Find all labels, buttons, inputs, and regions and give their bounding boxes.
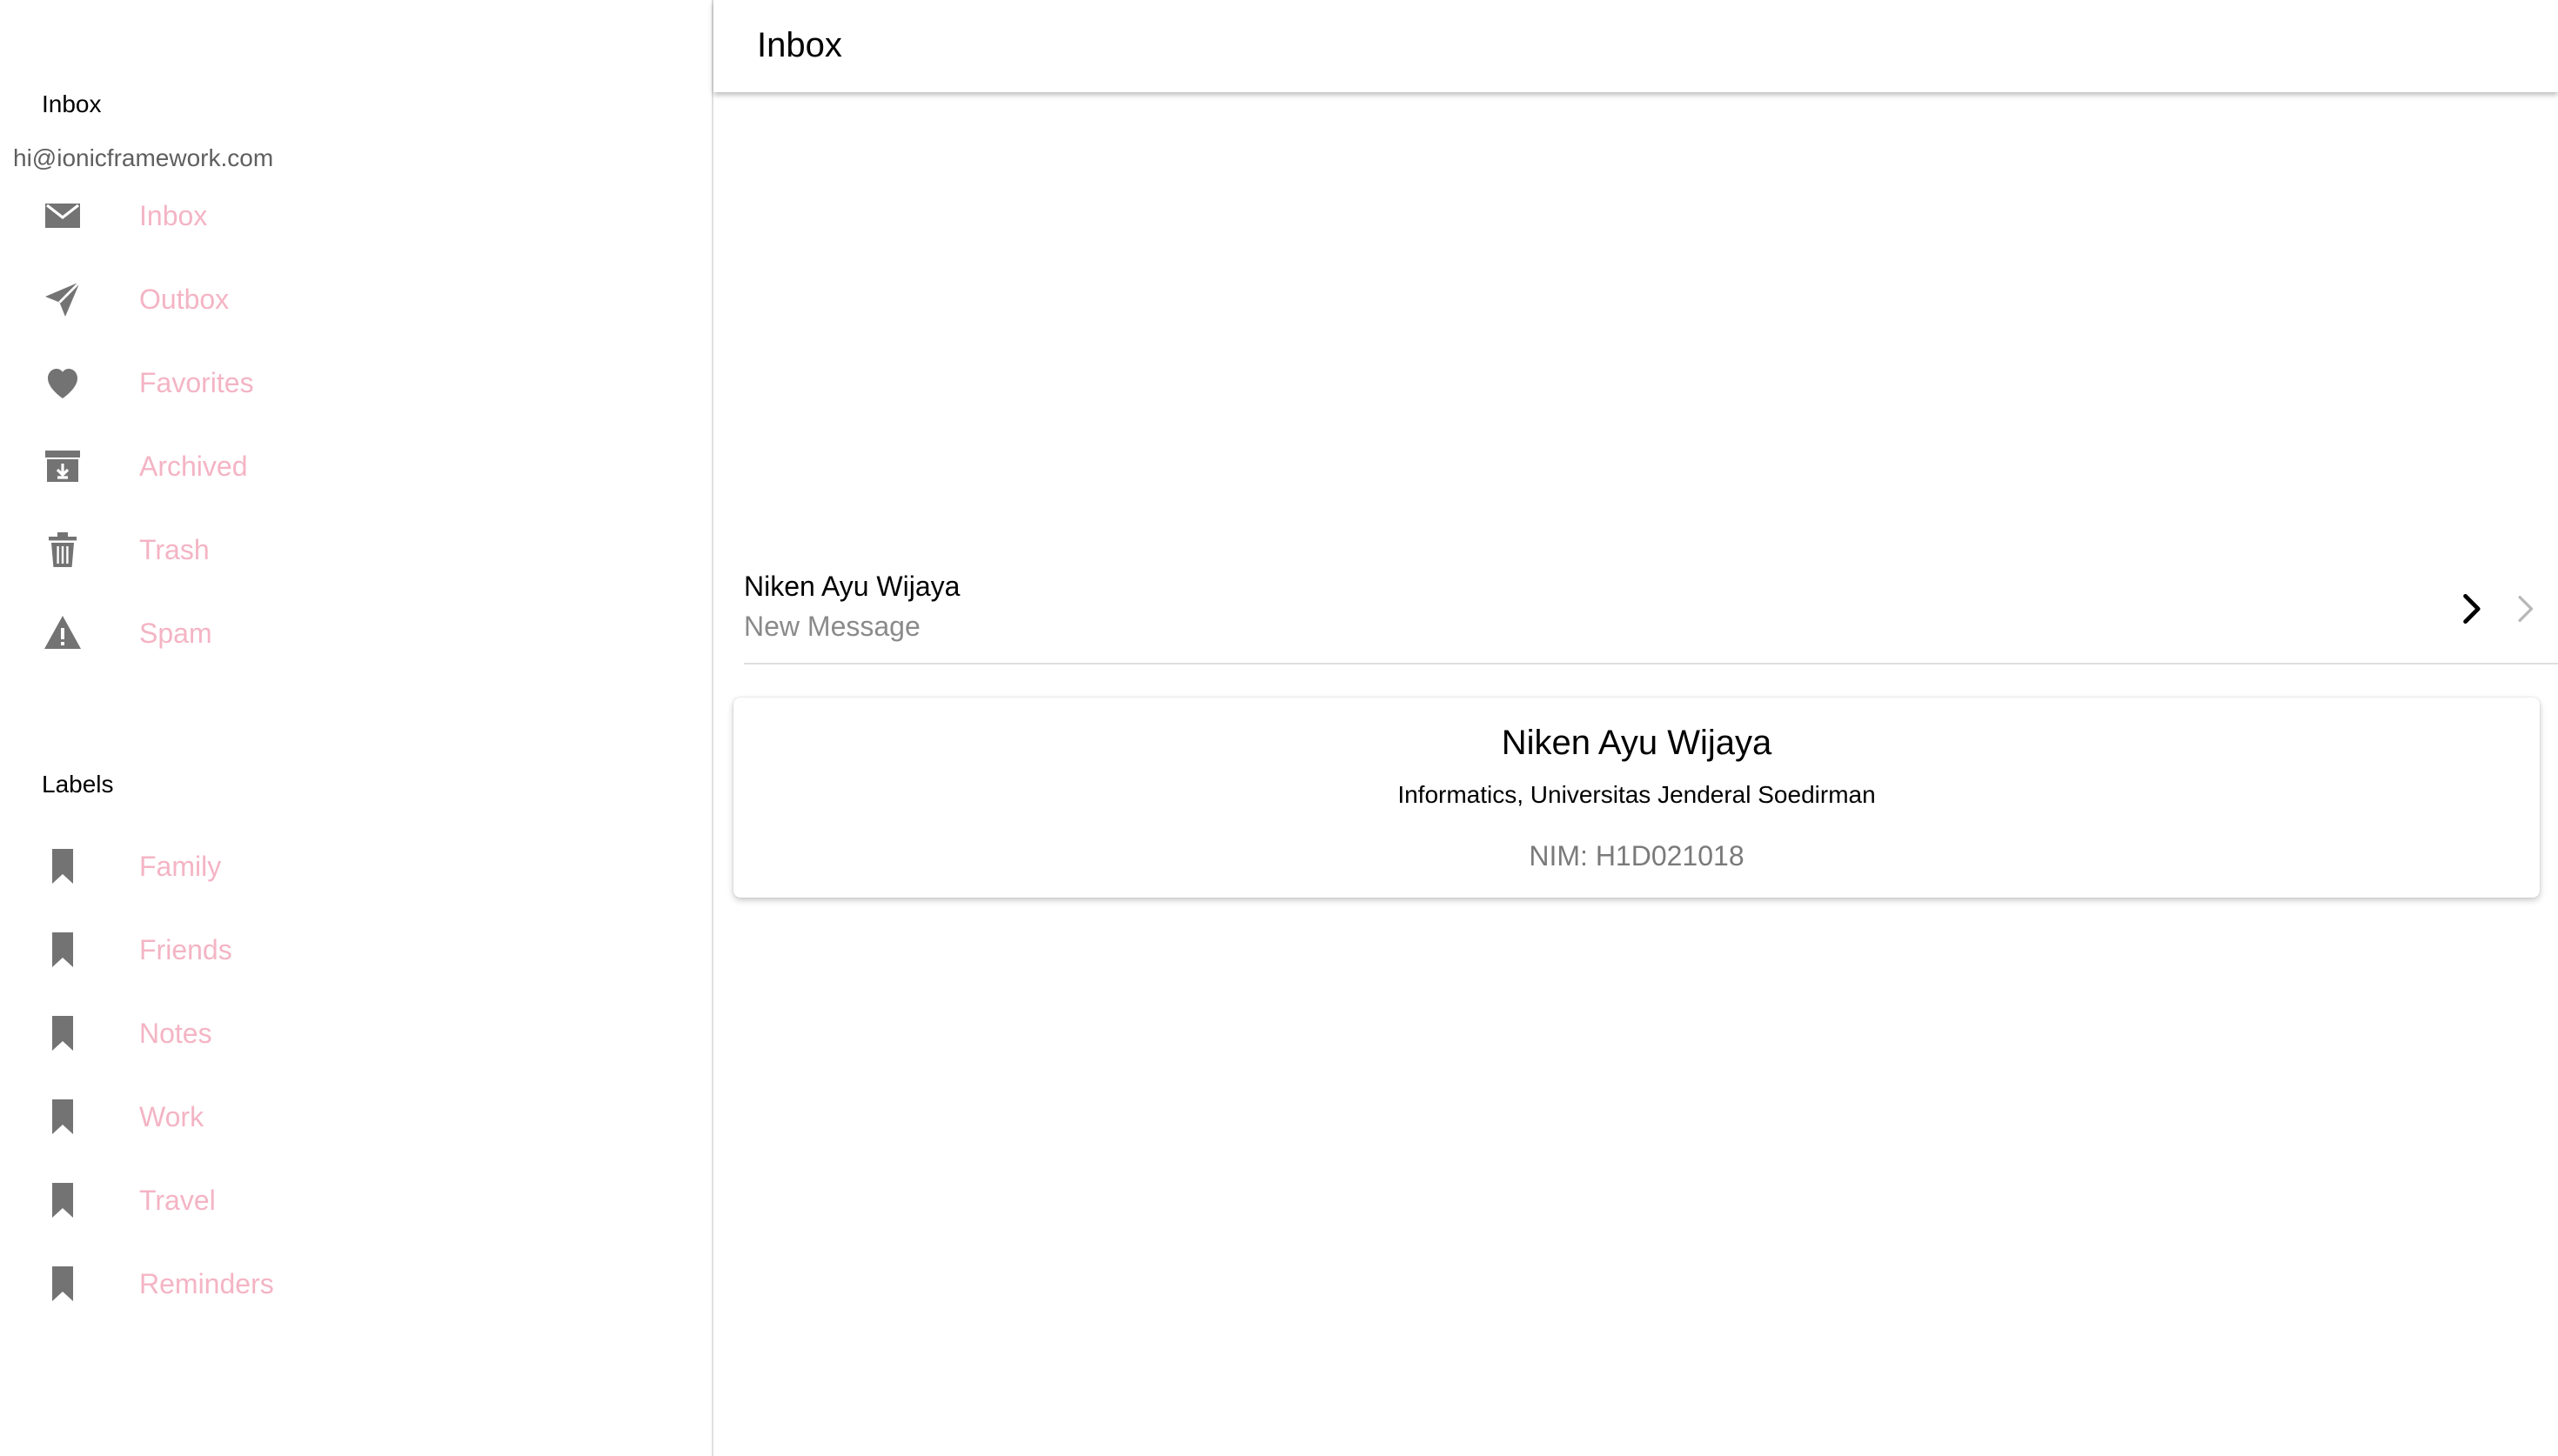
bookmark-icon <box>42 1012 84 1054</box>
sidebar-item-notes[interactable]: Notes <box>0 993 710 1077</box>
sidebar-item-label: Favorites <box>139 367 254 398</box>
sidebar-item-label: Trash <box>139 534 210 565</box>
main-content: Inbox Niken Ayu Wijaya New Message Niken… <box>713 0 2558 1456</box>
sidebar-item-label: Archived <box>139 451 248 482</box>
inbox-list-header: Inbox <box>42 90 102 117</box>
sidebar-item-label: Inbox <box>139 200 208 231</box>
page-toolbar: Inbox <box>713 0 2558 92</box>
sidebar-item-label: Reminders <box>139 1268 274 1299</box>
sidebar-item-label: Notes <box>139 1018 212 1049</box>
trash-icon <box>42 529 84 571</box>
sidebar-item-label: Outbox <box>139 284 230 315</box>
sidebar-item-label: Friends <box>139 934 232 965</box>
bookmark-icon <box>42 1096 84 1138</box>
card-content: NIM: H1D021018 <box>1529 840 1744 872</box>
sidebar-item-friends[interactable]: Friends <box>0 910 710 993</box>
card-subtitle: Informatics, Universitas Jenderal Soedir… <box>1397 781 1876 808</box>
labels-list-header: Labels <box>42 771 114 798</box>
account-email-note: hi@ionicframework.com <box>13 144 274 171</box>
sidebar-item-inbox[interactable]: Inbox <box>0 176 710 259</box>
bookmark-icon <box>42 845 84 887</box>
archive-icon <box>42 445 84 487</box>
sidebar-item-reminders[interactable]: Reminders <box>0 1244 710 1327</box>
message-sender: Niken Ayu Wijaya <box>744 571 961 602</box>
sidebar-item-favorites[interactable]: Favorites <box>0 343 710 426</box>
app-root: Inbox hi@ionicframework.com Inbox Outbox… <box>0 0 2558 1456</box>
mail-icon <box>42 195 84 237</box>
message-subject: New Message <box>744 611 921 642</box>
heart-icon <box>42 362 84 404</box>
sidebar-item-work[interactable]: Work <box>0 1077 710 1160</box>
sidebar-item-family[interactable]: Family <box>0 826 710 910</box>
detail-chevron-icon <box>2518 596 2534 622</box>
sidebar-menu: Inbox hi@ionicframework.com Inbox Outbox… <box>0 0 713 1456</box>
bookmark-icon <box>42 929 84 971</box>
profile-card: Niken Ayu Wijaya Informatics, Universita… <box>733 698 2540 898</box>
sidebar-item-outbox[interactable]: Outbox <box>0 259 710 343</box>
sidebar-item-label: Travel <box>139 1185 216 1216</box>
sidebar-item-archived[interactable]: Archived <box>0 426 710 510</box>
sidebar-item-spam[interactable]: Spam <box>0 593 710 677</box>
chevron-forward-icon[interactable] <box>2452 590 2490 628</box>
sidebar-item-travel[interactable]: Travel <box>0 1160 710 1244</box>
message-list-item[interactable]: Niken Ayu Wijaya New Message <box>744 555 2558 665</box>
sidebar-item-label: Family <box>139 851 222 882</box>
sidebar-item-trash[interactable]: Trash <box>0 510 710 593</box>
paper-plane-icon <box>42 278 84 320</box>
sidebar-item-label: Work <box>139 1101 204 1132</box>
page-title: Inbox <box>757 26 842 64</box>
warning-icon <box>42 612 84 654</box>
bookmark-icon <box>42 1179 84 1221</box>
sidebar-item-label: Spam <box>139 618 212 649</box>
bookmark-icon <box>42 1263 84 1305</box>
card-title: Niken Ayu Wijaya <box>1501 724 1772 762</box>
